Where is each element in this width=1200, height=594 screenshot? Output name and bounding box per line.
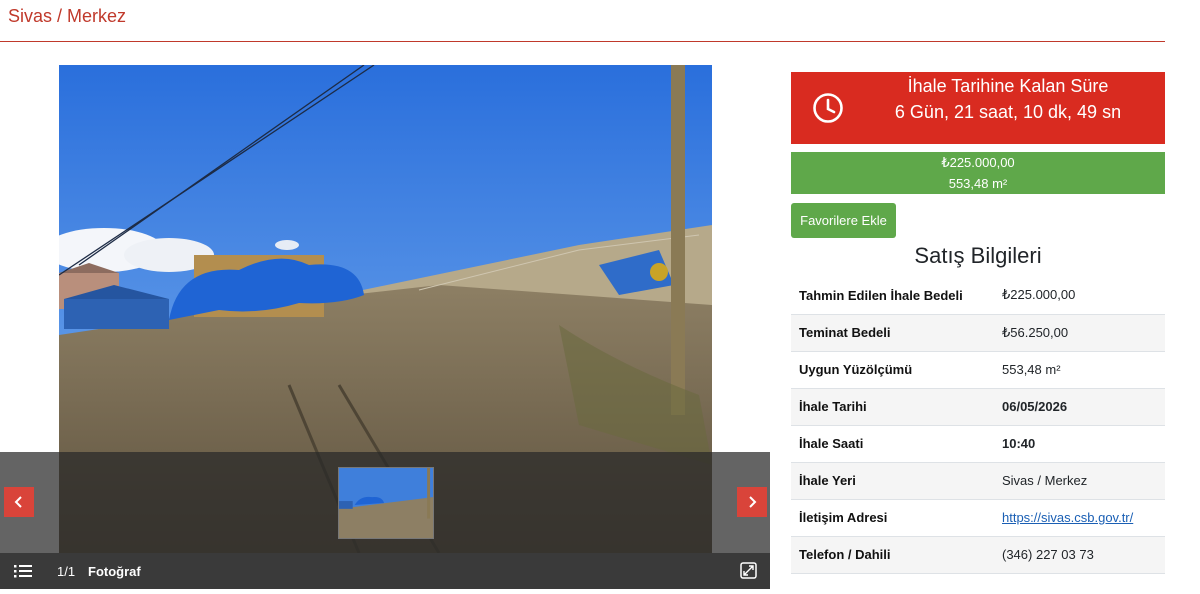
area-value: 553,48 m² — [948, 176, 1008, 191]
row-label: Telefon / Dahili — [799, 547, 891, 562]
photo-thumbnail[interactable] — [338, 467, 434, 539]
row-value: Sivas / Merkez — [1002, 473, 1088, 488]
row-label: İletişim Adresi — [799, 510, 888, 525]
price-value: ₺225.000,00 — [941, 155, 1015, 170]
list-icon[interactable] — [14, 563, 32, 579]
table-row: Teminat Bedeli ₺56.250,00 — [791, 314, 1165, 351]
row-value: 553,48 m² — [1002, 362, 1061, 377]
sale-info-table: Tahmin Edilen İhale Bedeli ₺225.000,00 T… — [791, 277, 1165, 574]
photo-caption: Fotoğraf — [88, 564, 141, 579]
clock-icon — [813, 93, 843, 123]
table-row: Telefon / Dahili (346) 227 03 73 — [791, 536, 1165, 573]
row-value: (346) 227 03 73 — [1002, 547, 1094, 562]
next-photo-button[interactable] — [737, 487, 767, 517]
sale-info-title: Satış Bilgileri — [914, 243, 1042, 268]
row-label: İhale Yeri — [799, 473, 856, 488]
countdown-title: İhale Tarihine Kalan Süre — [907, 76, 1109, 96]
prev-photo-button[interactable] — [4, 487, 34, 517]
expand-icon[interactable] — [740, 562, 757, 579]
thumbnail-strip — [0, 452, 770, 554]
photo-gallery: 1/1 Fotoğraf — [0, 64, 770, 589]
row-label: İhale Saati — [799, 436, 864, 451]
photo-counter: 1/1 — [57, 564, 76, 579]
countdown-value: 6 Gün, 21 saat, 10 dk, 49 sn — [894, 102, 1122, 122]
table-row: Uygun Yüzölçümü 553,48 m² — [791, 351, 1165, 388]
row-value: ₺56.250,00 — [1002, 324, 1069, 340]
table-row: İhale Tarihi 06/05/2026 — [791, 388, 1165, 425]
page-title: Sivas / Merkez — [8, 6, 127, 26]
row-value: https://sivas.csb.gov.tr/ — [994, 499, 1165, 536]
table-row: Tahmin Edilen İhale Bedeli ₺225.000,00 — [791, 277, 1165, 314]
row-value: ₺225.000,00 — [1002, 287, 1076, 303]
add-to-favorites-button[interactable]: Favorilere Ekle — [791, 203, 896, 238]
row-label: İhale Tarihi — [799, 399, 867, 414]
contact-address-link[interactable]: https://sivas.csb.gov.tr/ — [1002, 510, 1133, 525]
row-label: Teminat Bedeli — [799, 325, 891, 340]
chevron-left-icon — [14, 496, 22, 508]
title-divider — [0, 41, 1165, 42]
table-row: İletişim Adresi https://sivas.csb.gov.tr… — [791, 499, 1165, 536]
auction-countdown: İhale Tarihine Kalan Süre 6 Gün, 21 saat… — [791, 72, 1165, 144]
row-label: Uygun Yüzölçümü — [799, 362, 913, 377]
row-label: Tahmin Edilen İhale Bedeli — [799, 287, 963, 303]
table-row: İhale Saati 10:40 — [791, 425, 1165, 462]
table-row: İhale Yeri Sivas / Merkez — [791, 462, 1165, 499]
gallery-toolbar: 1/1 Fotoğraf — [0, 553, 770, 589]
row-value: 06/05/2026 — [1002, 399, 1068, 414]
chevron-right-icon — [749, 496, 757, 508]
price-summary: ₺225.000,00 553,48 m² — [791, 152, 1165, 194]
row-value: 10:40 — [1002, 436, 1036, 451]
